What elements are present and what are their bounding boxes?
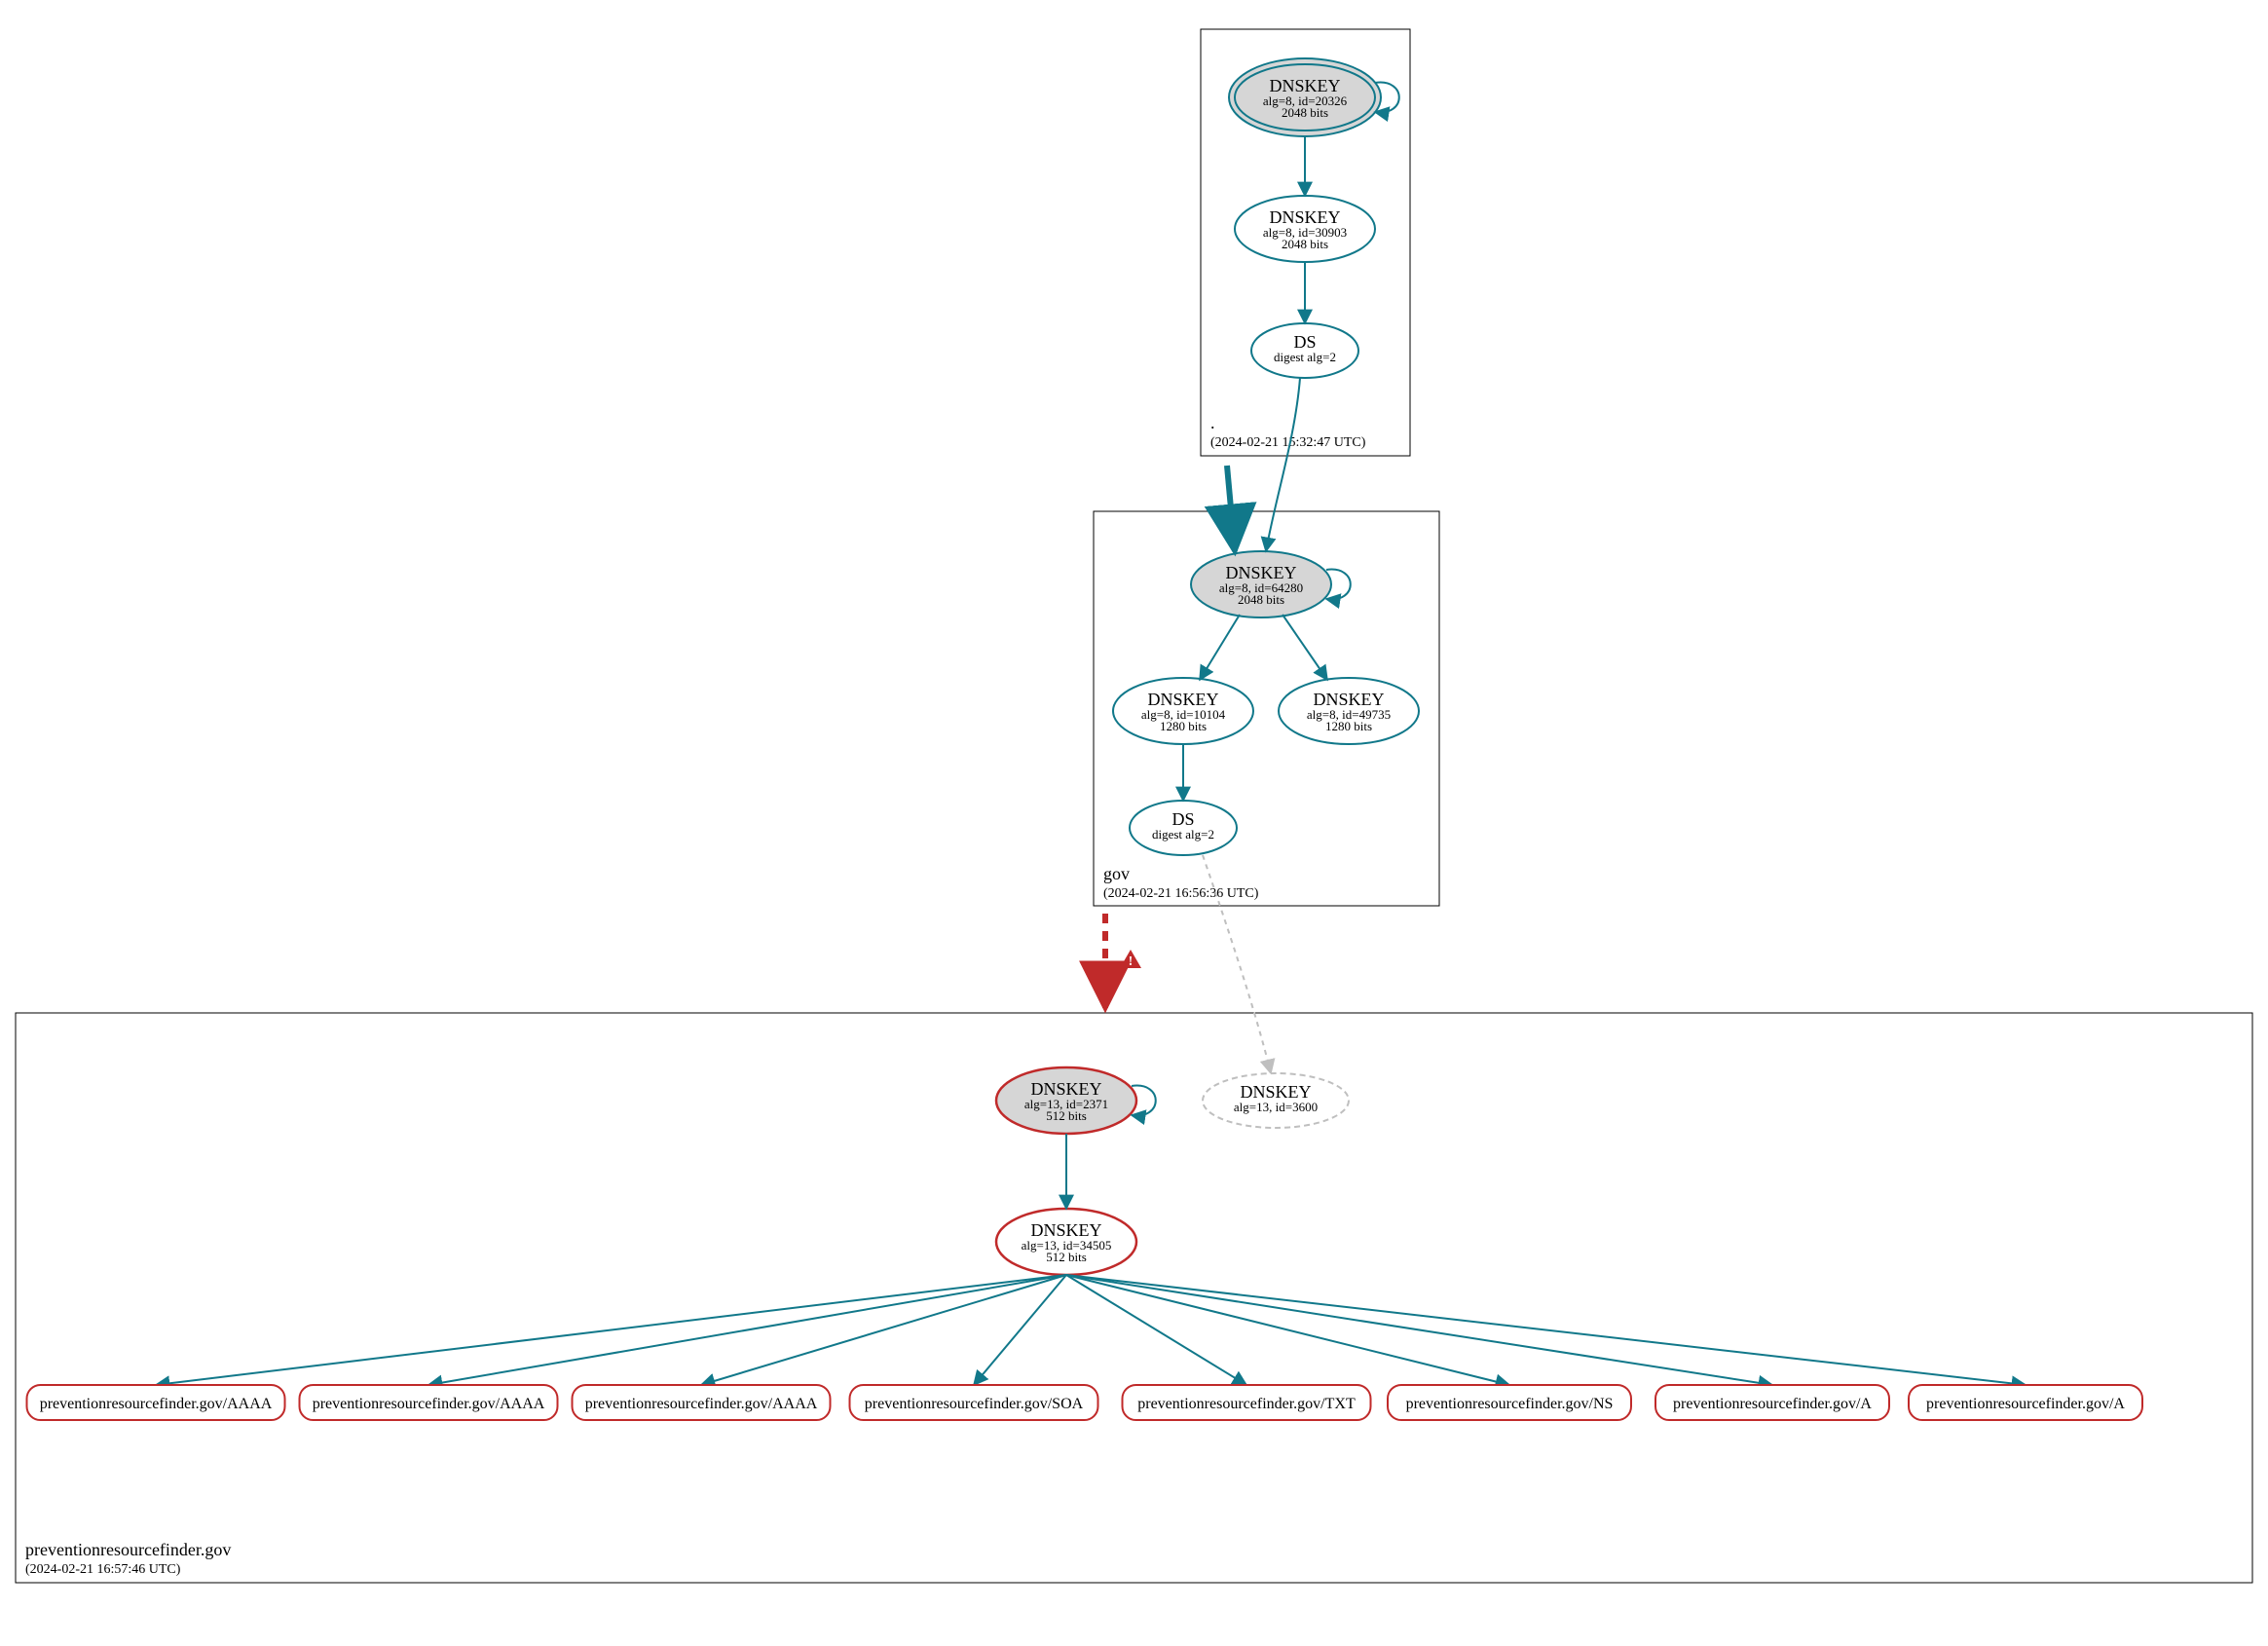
edge-domain-zsk-to-rrset [156,1275,1066,1385]
edge-domain-zsk-to-rrset [1066,1275,1772,1385]
node-gov-ksk: DNSKEY alg=8, id=64280 2048 bits [1191,551,1331,617]
svg-text:DNSKEY: DNSKEY [1313,690,1384,709]
svg-text:digest alg=2: digest alg=2 [1274,350,1336,364]
rrset-label: preventionresourcefinder.gov/TXT [1137,1396,1356,1412]
node-domain-ksk: DNSKEY alg=13, id=2371 512 bits [996,1067,1136,1134]
svg-text:DNSKEY: DNSKEY [1030,1079,1101,1099]
node-root-ksk: DNSKEY alg=8, id=20326 2048 bits [1229,58,1381,136]
zone-label-domain: preventionresourcefinder.gov [25,1540,231,1559]
svg-text:DS: DS [1293,332,1316,352]
edge-domain-zsk-to-rrset [1066,1275,2026,1385]
svg-text:1280 bits: 1280 bits [1325,719,1372,733]
edge-domain-zsk-to-rrset [1066,1275,1509,1385]
rrset-label: preventionresourcefinder.gov/A [1926,1396,2125,1412]
warning-icon: ! [1120,950,1141,969]
svg-text:DNSKEY: DNSKEY [1269,76,1340,95]
rrset-label: preventionresourcefinder.gov/NS [1406,1396,1614,1412]
node-domain-nods: DNSKEY alg=13, id=3600 [1203,1073,1349,1128]
svg-text:DS: DS [1171,809,1194,829]
edge-root-ds-to-gov-ksk [1266,378,1300,551]
zone-label-root: . [1210,413,1215,432]
edge-domain-zsk-to-rrset [428,1275,1066,1385]
edge-domain-zsk-to-rrset [1066,1275,1246,1385]
svg-text:DNSKEY: DNSKEY [1269,207,1340,227]
svg-text:DNSKEY: DNSKEY [1147,690,1218,709]
node-gov-zsk2: DNSKEY alg=8, id=49735 1280 bits [1279,678,1419,744]
edge-gov-ksk-to-zsk2 [1283,615,1327,680]
svg-text:DNSKEY: DNSKEY [1225,563,1296,582]
svg-text:!: ! [1129,954,1134,969]
svg-text:2048 bits: 2048 bits [1282,237,1328,251]
rrset-label: preventionresourcefinder.gov/AAAA [313,1396,545,1412]
rrset-label: preventionresourcefinder.gov/AAAA [585,1396,818,1412]
svg-text:2048 bits: 2048 bits [1282,105,1328,120]
edge-domain-zsk-to-rrset [701,1275,1066,1385]
node-root-zsk: DNSKEY alg=8, id=30903 2048 bits [1235,196,1375,262]
zone-timestamp-gov: (2024-02-21 16:56:36 UTC) [1103,886,1259,901]
svg-text:2048 bits: 2048 bits [1238,592,1284,607]
svg-text:1280 bits: 1280 bits [1160,719,1207,733]
svg-text:512 bits: 512 bits [1046,1250,1087,1264]
node-root-ds: DS digest alg=2 [1251,323,1358,378]
svg-text:digest alg=2: digest alg=2 [1152,827,1214,842]
zone-timestamp-domain: (2024-02-21 16:57:46 UTC) [25,1562,181,1577]
svg-text:alg=13, id=3600: alg=13, id=3600 [1234,1100,1318,1114]
svg-text:512 bits: 512 bits [1046,1108,1087,1123]
rrset-label: preventionresourcefinder.gov/AAAA [40,1396,273,1412]
node-gov-ds: DS digest alg=2 [1130,801,1237,855]
svg-text:DNSKEY: DNSKEY [1030,1220,1101,1240]
rrset-label: preventionresourcefinder.gov/A [1673,1396,1872,1412]
edge-domain-zsk-to-rrset [974,1275,1066,1385]
node-gov-zsk1: DNSKEY alg=8, id=10104 1280 bits [1113,678,1253,744]
svg-text:DNSKEY: DNSKEY [1240,1082,1311,1102]
zone-label-gov: gov [1103,864,1130,883]
edge-root-to-gov-thick [1227,466,1235,551]
edge-gov-ksk-to-zsk1 [1200,615,1240,680]
rrset-label: preventionresourcefinder.gov/SOA [865,1396,1084,1412]
node-domain-zsk: DNSKEY alg=13, id=34505 512 bits [996,1209,1136,1275]
